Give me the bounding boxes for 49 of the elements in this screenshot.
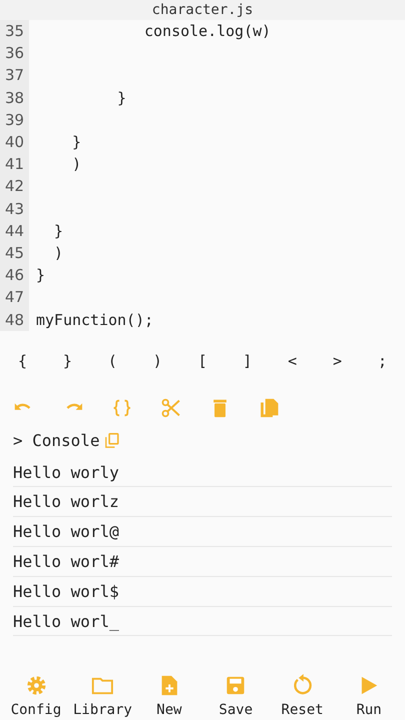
nav-button[interactable]: New bbox=[137, 672, 202, 720]
console-output: Hello worl# bbox=[13, 552, 119, 571]
line-number: 41 bbox=[4, 155, 24, 174]
scissors-icon[interactable] bbox=[160, 396, 182, 419]
console-output: Hello worlz bbox=[13, 492, 119, 512]
line-number: 44 bbox=[4, 222, 24, 240]
nav-button[interactable]: Save bbox=[204, 672, 268, 720]
console-output: Hello worl@ bbox=[13, 522, 119, 542]
nav-button[interactable]: Reset bbox=[270, 672, 334, 720]
line-number: 37 bbox=[4, 66, 24, 84]
symbol-key[interactable]: ] bbox=[232, 348, 262, 374]
symbol-key[interactable]: } bbox=[52, 348, 82, 374]
code-line: myFunction(); bbox=[36, 310, 154, 329]
symbol-key[interactable]: { bbox=[8, 348, 38, 374]
symbol-key[interactable]: < bbox=[278, 348, 307, 374]
file-title: character.js bbox=[152, 2, 254, 18]
nav-button[interactable]: Config bbox=[4, 672, 68, 720]
code-line: ) bbox=[71, 155, 82, 174]
nav-button[interactable]: Run bbox=[336, 672, 401, 720]
code-line: } bbox=[116, 88, 126, 107]
symbol-key[interactable]: ( bbox=[98, 348, 127, 374]
console-output: Hello worl$ bbox=[13, 582, 119, 601]
line-number: 43 bbox=[4, 200, 24, 218]
symbol-key[interactable]: [ bbox=[188, 348, 217, 374]
line-number: 46 bbox=[4, 266, 24, 284]
symbol-key[interactable]: ; bbox=[368, 348, 397, 374]
code-line: } bbox=[53, 222, 64, 240]
line-number: 35 bbox=[4, 22, 24, 40]
symbol-key[interactable]: > bbox=[322, 348, 352, 374]
gear-icon bbox=[24, 674, 48, 697]
symbol-key[interactable]: ) bbox=[142, 348, 172, 374]
line-number: 42 bbox=[4, 177, 24, 196]
code-line: console.log(w) bbox=[143, 22, 271, 40]
line-number: 36 bbox=[4, 44, 24, 62]
copy-icon[interactable] bbox=[258, 396, 280, 419]
nav-button[interactable]: Library bbox=[70, 672, 135, 720]
line-number: 39 bbox=[4, 110, 24, 129]
line-number: 48 bbox=[4, 310, 24, 329]
code-line: } bbox=[71, 133, 82, 152]
console-output: Hello worl_ bbox=[13, 612, 119, 630]
console-output: Hello worly bbox=[13, 462, 119, 482]
console-title: > Console bbox=[13, 430, 100, 450]
line-number: 38 bbox=[4, 88, 24, 107]
code-line: ) bbox=[53, 244, 64, 262]
line-number: 47 bbox=[4, 288, 24, 306]
line-number: 45 bbox=[4, 244, 24, 262]
line-number: 40 bbox=[4, 133, 24, 152]
code-line: } bbox=[36, 266, 46, 284]
copy-icon[interactable] bbox=[104, 432, 120, 449]
